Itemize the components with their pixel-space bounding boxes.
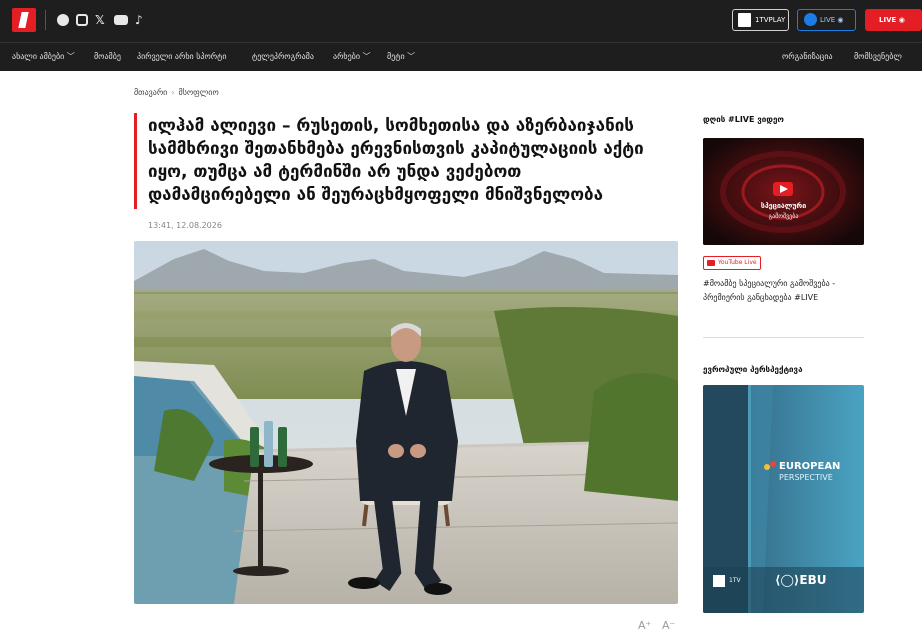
nav-item-more[interactable]: მეტი ﹀ — [387, 52, 415, 62]
live-blue-label: LIVE — [820, 16, 836, 24]
top-bar: 𝕏 ♪ 1TVPLAY LIVE ◉ LIVE ◉ — [0, 0, 922, 42]
breadcrumb-current[interactable]: მსოფლიო — [179, 88, 219, 97]
article-headline: ილჰამ ალიევი – რუსეთის, სომხეთისა და აზე… — [148, 116, 644, 205]
logo-divider — [45, 10, 46, 30]
nav-item-organization[interactable]: ორგანიზაცია — [782, 52, 833, 62]
live-video-thumbnail[interactable]: სპეციალური გამოშვება — [703, 138, 864, 245]
nav-item-news[interactable]: ახალი ამბები ﹀ — [12, 52, 75, 62]
youtube-icon — [707, 260, 715, 266]
partner-ebu-label: ⟨◯⟩EBU — [775, 573, 827, 587]
1tvplay-label: 1TVPLAY — [755, 16, 786, 24]
european-brand-title: EUROPEAN — [779, 461, 841, 472]
video-overlay-line1: სპეციალური — [760, 202, 807, 210]
breadcrumb: მთავარი › მსოფლიო — [134, 88, 219, 97]
partner-1tv-label: 1TV — [729, 577, 741, 584]
font-decrease-button[interactable]: A⁻ — [662, 619, 675, 632]
video-overlay-line2: გამოშვება — [768, 213, 799, 220]
sidebar-divider — [703, 337, 864, 338]
nav-item-tvprogram[interactable]: ტელეპროგრამა — [252, 52, 314, 62]
youtube-live-badge: YouTube Live — [703, 256, 761, 270]
first-channel-logo[interactable] — [12, 8, 36, 32]
youtube-live-label: YouTube Live — [718, 259, 757, 266]
breadcrumb-separator: › — [171, 88, 175, 97]
1tvplay-icon — [738, 13, 751, 27]
article-timestamp: 13:41, 12.08.2026 — [148, 221, 222, 230]
european-brand-subtitle: PERSPECTIVE — [779, 473, 833, 482]
tiktok-icon[interactable]: ♪ — [135, 13, 143, 27]
european-perspective-heading: ევროპული პერსპექტივა — [703, 365, 803, 374]
main-nav: ახალი ამბები ﹀ მოამბე პირველი არხი სპორტ… — [0, 42, 922, 71]
font-increase-button[interactable]: A⁺ — [638, 619, 651, 632]
live-red-button[interactable]: LIVE ◉ — [865, 9, 922, 31]
instagram-icon[interactable] — [76, 14, 88, 26]
european-perspective-banner[interactable]: EUROPEAN PERSPECTIVE 1TV ⟨◯⟩EBU — [703, 385, 864, 613]
facebook-icon[interactable] — [57, 14, 69, 26]
live-video-heading: დღის #LIVE ვიდეო — [703, 115, 784, 124]
nav-item-moambe[interactable]: მოამბე — [94, 52, 121, 62]
youtube-icon[interactable] — [114, 15, 128, 25]
article-photo — [134, 241, 678, 604]
breadcrumb-home[interactable]: მთავარი — [134, 88, 167, 97]
partner-ebu-text: EBU — [799, 573, 827, 587]
live-red-label: LIVE — [879, 16, 897, 24]
1tvplay-button[interactable]: 1TVPLAY — [732, 9, 789, 31]
live-video-caption[interactable]: #მოამბე სპეციალური გამოშვება - პრემიერის… — [703, 277, 863, 305]
nav-item-channels[interactable]: არხები ﹀ — [333, 52, 371, 62]
x-icon[interactable]: 𝕏 — [95, 13, 105, 27]
live-channel-icon — [804, 13, 817, 26]
nav-item-sport[interactable]: პირველი არხი სპორტი — [137, 52, 227, 62]
live-blue-button[interactable]: LIVE ◉ — [797, 9, 856, 31]
headline-accent-bar — [134, 113, 137, 209]
nav-item-viewers[interactable]: მომსვენებლ — [854, 52, 902, 62]
